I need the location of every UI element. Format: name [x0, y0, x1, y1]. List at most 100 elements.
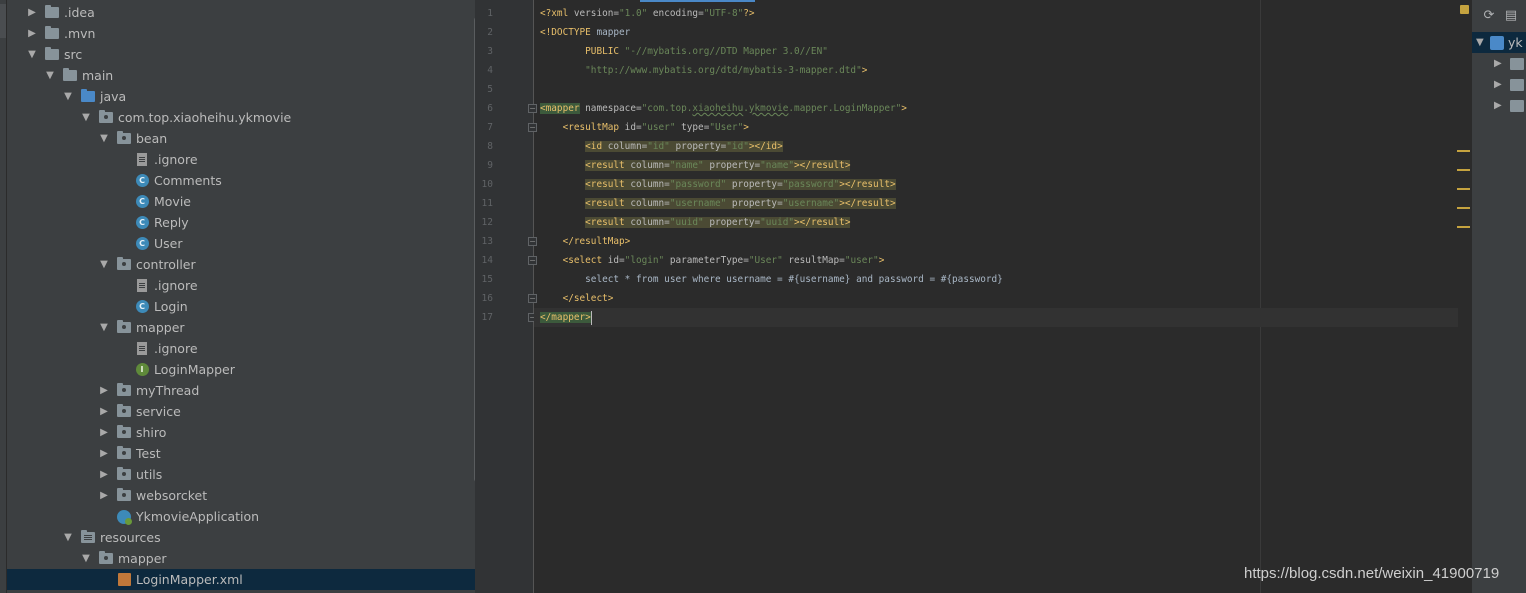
maven-root-item[interactable]: ▼ yk — [1472, 32, 1526, 53]
tree-item[interactable]: C Movie — [7, 191, 467, 212]
tree-item-label: com.top.xiaoheihu.ykmovie — [118, 110, 292, 125]
chevron-right-icon[interactable]: ▶ — [99, 427, 109, 438]
warning-marker[interactable] — [1457, 207, 1470, 209]
chevron-down-icon[interactable]: ▼ — [45, 70, 55, 81]
code-line[interactable]: <id column="id" property="id"></id> — [540, 137, 783, 156]
chevron-down-icon[interactable]: ▼ — [81, 553, 91, 564]
tree-item[interactable]: ▶ .idea — [7, 2, 467, 23]
tree-item[interactable]: C User — [7, 233, 467, 254]
chevron-down-icon[interactable]: ▼ — [81, 112, 91, 123]
tree-item[interactable]: ▶ shiro — [7, 422, 467, 443]
code-line[interactable]: <?xml version= "1.0" encoding= "UTF-8" ?> — [540, 4, 755, 23]
tree-item[interactable]: ▶ myThread — [7, 380, 467, 401]
chevron-down-icon[interactable]: ▼ — [63, 532, 73, 543]
maven-lifecycle-item[interactable]: ▶ — [1472, 53, 1526, 74]
chevron-down-icon[interactable]: ▼ — [63, 91, 73, 102]
warning-marker[interactable] — [1457, 188, 1470, 190]
chevron-right-icon[interactable]: ▶ — [1494, 79, 1504, 90]
warning-marker[interactable] — [1457, 150, 1470, 152]
chevron-down-icon[interactable]: ▼ — [27, 49, 37, 60]
code-line[interactable]: <select id= "login" parameterType= "User" … — [540, 251, 885, 270]
tree-item-label: User — [154, 236, 183, 251]
maven-goal-icon[interactable]: ▤ — [1504, 9, 1518, 23]
code-line[interactable]: "http://www.mybatis.org/dtd/mybatis-3-ma… — [540, 61, 867, 80]
chevron-right-icon[interactable]: ▶ — [99, 385, 109, 396]
fold-marker-icon[interactable]: − — [528, 104, 537, 113]
tree-item-label: utils — [136, 467, 163, 482]
tree-item[interactable]: YkmovieApplication — [7, 506, 467, 527]
warning-marker[interactable] — [1457, 226, 1470, 228]
chevron-down-icon[interactable]: ▼ — [99, 133, 109, 144]
project-tool-tab[interactable] — [0, 4, 6, 38]
line-number: 16 — [481, 293, 493, 304]
tree-item[interactable]: C Reply — [7, 212, 467, 233]
chevron-right-icon[interactable]: ▶ — [99, 469, 109, 480]
maven-plugins-item[interactable]: ▶ — [1472, 74, 1526, 95]
line-number: 10 — [481, 179, 493, 190]
chevron-right-icon[interactable]: ▶ — [99, 490, 109, 501]
tree-item[interactable]: .ignore — [7, 149, 467, 170]
tree-item[interactable]: ▶ service — [7, 401, 467, 422]
fold-marker-icon[interactable]: − — [528, 256, 537, 265]
inspection-warning-icon[interactable] — [1460, 5, 1469, 14]
tree-item[interactable]: ▼ mapper — [7, 548, 467, 569]
code-line[interactable]: </resultMap> — [540, 232, 631, 251]
line-number: 4 — [487, 65, 493, 76]
tree-item[interactable]: I LoginMapper — [7, 359, 467, 380]
tree-item[interactable]: C Login — [7, 296, 467, 317]
tree-item[interactable]: .ignore — [7, 338, 467, 359]
tree-item[interactable]: C Comments — [7, 170, 467, 191]
tree-item[interactable]: ▶ Test — [7, 443, 467, 464]
tree-item-label: main — [82, 68, 114, 83]
tree-item[interactable]: ▶ .mvn — [7, 23, 467, 44]
tree-item[interactable]: ▼ bean — [7, 128, 467, 149]
tree-item[interactable]: ▼ src — [7, 44, 467, 65]
tree-item[interactable]: ▶ websorcket — [7, 485, 467, 506]
tree-item-label: service — [136, 404, 181, 419]
code-line[interactable]: </select> — [540, 289, 614, 308]
code-line[interactable]: PUBLIC "-//mybatis.org//DTD Mapper 3.0//… — [540, 42, 828, 61]
tree-item[interactable]: .ignore — [7, 275, 467, 296]
code-line[interactable]: <resultMap id= "user" type= "User" > — [540, 118, 749, 137]
code-editor[interactable]: 1 2 3 4 5 6 7 8 9 10 11 12 13 14 15 16 17− − − − − − <?xml ve… — [475, 0, 1471, 593]
chevron-down-icon[interactable]: ▼ — [99, 322, 109, 333]
chevron-right-icon[interactable]: ▶ — [27, 28, 37, 39]
code-line[interactable]: <mapper namespace= "com.top.xiaoheihu.ykm… — [540, 99, 907, 118]
maven-toolbar: ⟳ ▤ — [1472, 0, 1526, 32]
tree-item-label: YkmovieApplication — [136, 509, 260, 524]
tree-item-label: LoginMapper — [154, 362, 235, 377]
right-margin-guide — [1260, 0, 1261, 593]
tree-item[interactable]: ▼ main — [7, 65, 467, 86]
warning-marker[interactable] — [1457, 169, 1470, 171]
fold-marker-icon[interactable]: − — [528, 294, 537, 303]
chevron-right-icon[interactable]: ▶ — [99, 448, 109, 459]
chevron-right-icon[interactable]: ▶ — [27, 7, 37, 18]
tree-item[interactable]: LoginMapper.xml — [7, 569, 475, 590]
code-line[interactable]: <result column="uuid" property="uuid"></… — [540, 213, 851, 232]
code-line[interactable]: <result column="password" property="pass… — [540, 175, 896, 194]
chevron-right-icon[interactable]: ▶ — [1494, 100, 1504, 111]
code-line[interactable]: <result column="username" property="user… — [540, 194, 896, 213]
code-line[interactable]: select * from user where username = #{us… — [540, 270, 1003, 289]
tree-item[interactable]: ▼ com.top.xiaoheihu.ykmovie — [7, 107, 467, 128]
line-number: 11 — [481, 198, 493, 209]
chevron-right-icon[interactable]: ▶ — [1494, 58, 1504, 69]
chevron-down-icon[interactable]: ▼ — [1476, 37, 1486, 48]
maven-dependencies-item[interactable]: ▶ — [1472, 95, 1526, 116]
tree-item[interactable]: ▶ utils — [7, 464, 467, 485]
tree-item-label: Test — [136, 446, 161, 461]
chevron-right-icon[interactable]: ▶ — [99, 406, 109, 417]
code-line-current[interactable]: </mapper> — [534, 308, 1465, 327]
tree-item[interactable]: ▼ controller — [7, 254, 467, 275]
refresh-icon[interactable]: ⟳ — [1482, 9, 1496, 23]
fold-marker-icon[interactable]: − — [528, 123, 537, 132]
tree-item[interactable]: ▼ java — [7, 86, 467, 107]
error-stripe[interactable] — [1458, 0, 1471, 593]
tree-item[interactable]: ▼ resources — [7, 527, 467, 548]
code-line[interactable]: <!DOCTYPE mapper — [540, 23, 630, 42]
tree-item[interactable]: ▼ mapper — [7, 317, 467, 338]
code-line[interactable]: <result column="name" property="name"></… — [540, 156, 851, 175]
chevron-down-icon[interactable]: ▼ — [99, 259, 109, 270]
fold-marker-icon[interactable]: − — [528, 237, 537, 246]
left-tool-strip — [0, 0, 7, 593]
